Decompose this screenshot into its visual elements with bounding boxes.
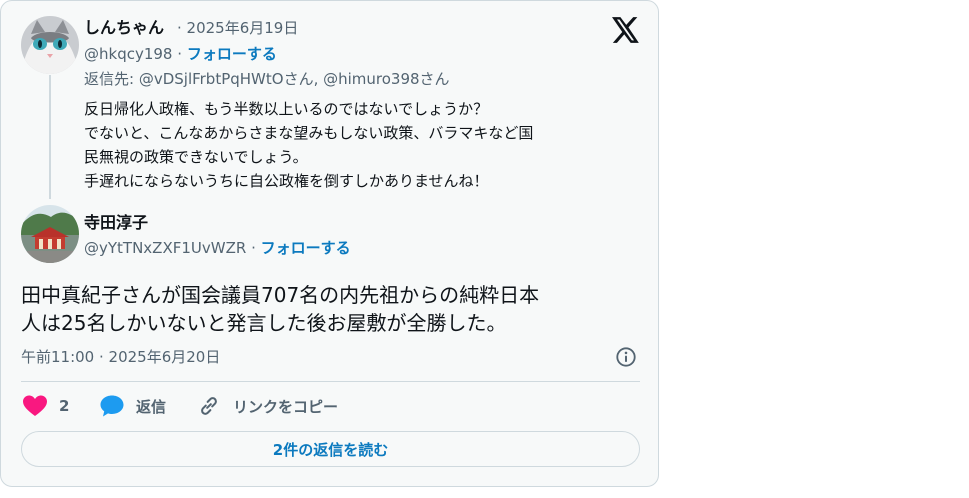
reply-bubble-icon — [100, 395, 124, 417]
main-display-name[interactable]: 寺田淳子 — [84, 213, 148, 233]
separator-dot: · — [251, 239, 256, 257]
thread-connector-line — [49, 75, 51, 199]
copy-link-label: リンクをコピー — [233, 397, 339, 416]
avatar[interactable] — [21, 205, 79, 263]
read-replies-button[interactable]: 2件の返信を読む — [21, 431, 640, 467]
main-follow-button[interactable]: フォローする — [261, 239, 351, 257]
parent-text-line: 民無視の政策できないでしょう。 — [84, 148, 308, 166]
parent-tweet-text: 反日帰化人政権、もう半数以上いるのではないでしょうか？ でないと、こんなあからさ… — [84, 97, 644, 193]
main-tweet-text: 田中真紀子さんが国会議員707名の内先祖からの純粋日本 人は25名しかいないと発… — [21, 281, 646, 337]
embedded-tweet-card: しんちゃん · 2025年6月19日 @hkqcy198 · フォローする 返信… — [0, 0, 659, 487]
copy-link-button[interactable]: リンクをコピー — [197, 394, 338, 418]
divider — [21, 381, 640, 382]
main-timestamp[interactable]: 午前11:00 · 2025年6月20日 — [21, 347, 220, 367]
main-text-line: 人は25名しかいないと発言した後お屋敷が全勝した。 — [21, 311, 507, 335]
main-handle[interactable]: @yYtTNxZXF1UvWZR — [84, 239, 246, 257]
link-icon — [201, 397, 217, 415]
heart-icon — [23, 395, 47, 416]
parent-text-line: 手遅れにならないうちに自公政権を倒すしかありませんね！ — [84, 172, 489, 190]
parent-text-line: でないと、こんなあからさまな望みもしない政策、バラマキなど国 — [84, 124, 534, 142]
main-text-line: 田中真紀子さんが国会議員707名の内先祖からの純粋日本 — [21, 283, 540, 307]
reply-label: 返信 — [136, 397, 167, 416]
info-icon[interactable] — [615, 346, 637, 368]
separator-dot: · — [177, 45, 183, 63]
avatar[interactable] — [21, 16, 79, 74]
parent-display-name[interactable]: しんちゃん — [84, 18, 164, 38]
parent-date[interactable]: · 2025年6月19日 — [177, 18, 298, 38]
reply-to-line[interactable]: 返信先: @vDSjlFrbtPqHWtOさん, @himuro398さん — [84, 69, 450, 89]
reply-button[interactable]: 返信 — [100, 394, 166, 418]
like-count: 2 — [59, 397, 70, 415]
parent-follow-button[interactable]: フォローする — [187, 45, 277, 63]
parent-handle[interactable]: @hkqcy198 — [84, 45, 172, 63]
like-button[interactable]: 2 — [23, 394, 69, 418]
x-logo-icon[interactable] — [612, 17, 640, 43]
parent-handle-row: @hkqcy198 · フォローする — [84, 44, 277, 64]
main-handle-row: @yYtTNxZXF1UvWZR · フォローする — [84, 238, 351, 258]
parent-text-line: 反日帰化人政権、もう半数以上いるのではないでしょうか？ — [84, 100, 489, 118]
